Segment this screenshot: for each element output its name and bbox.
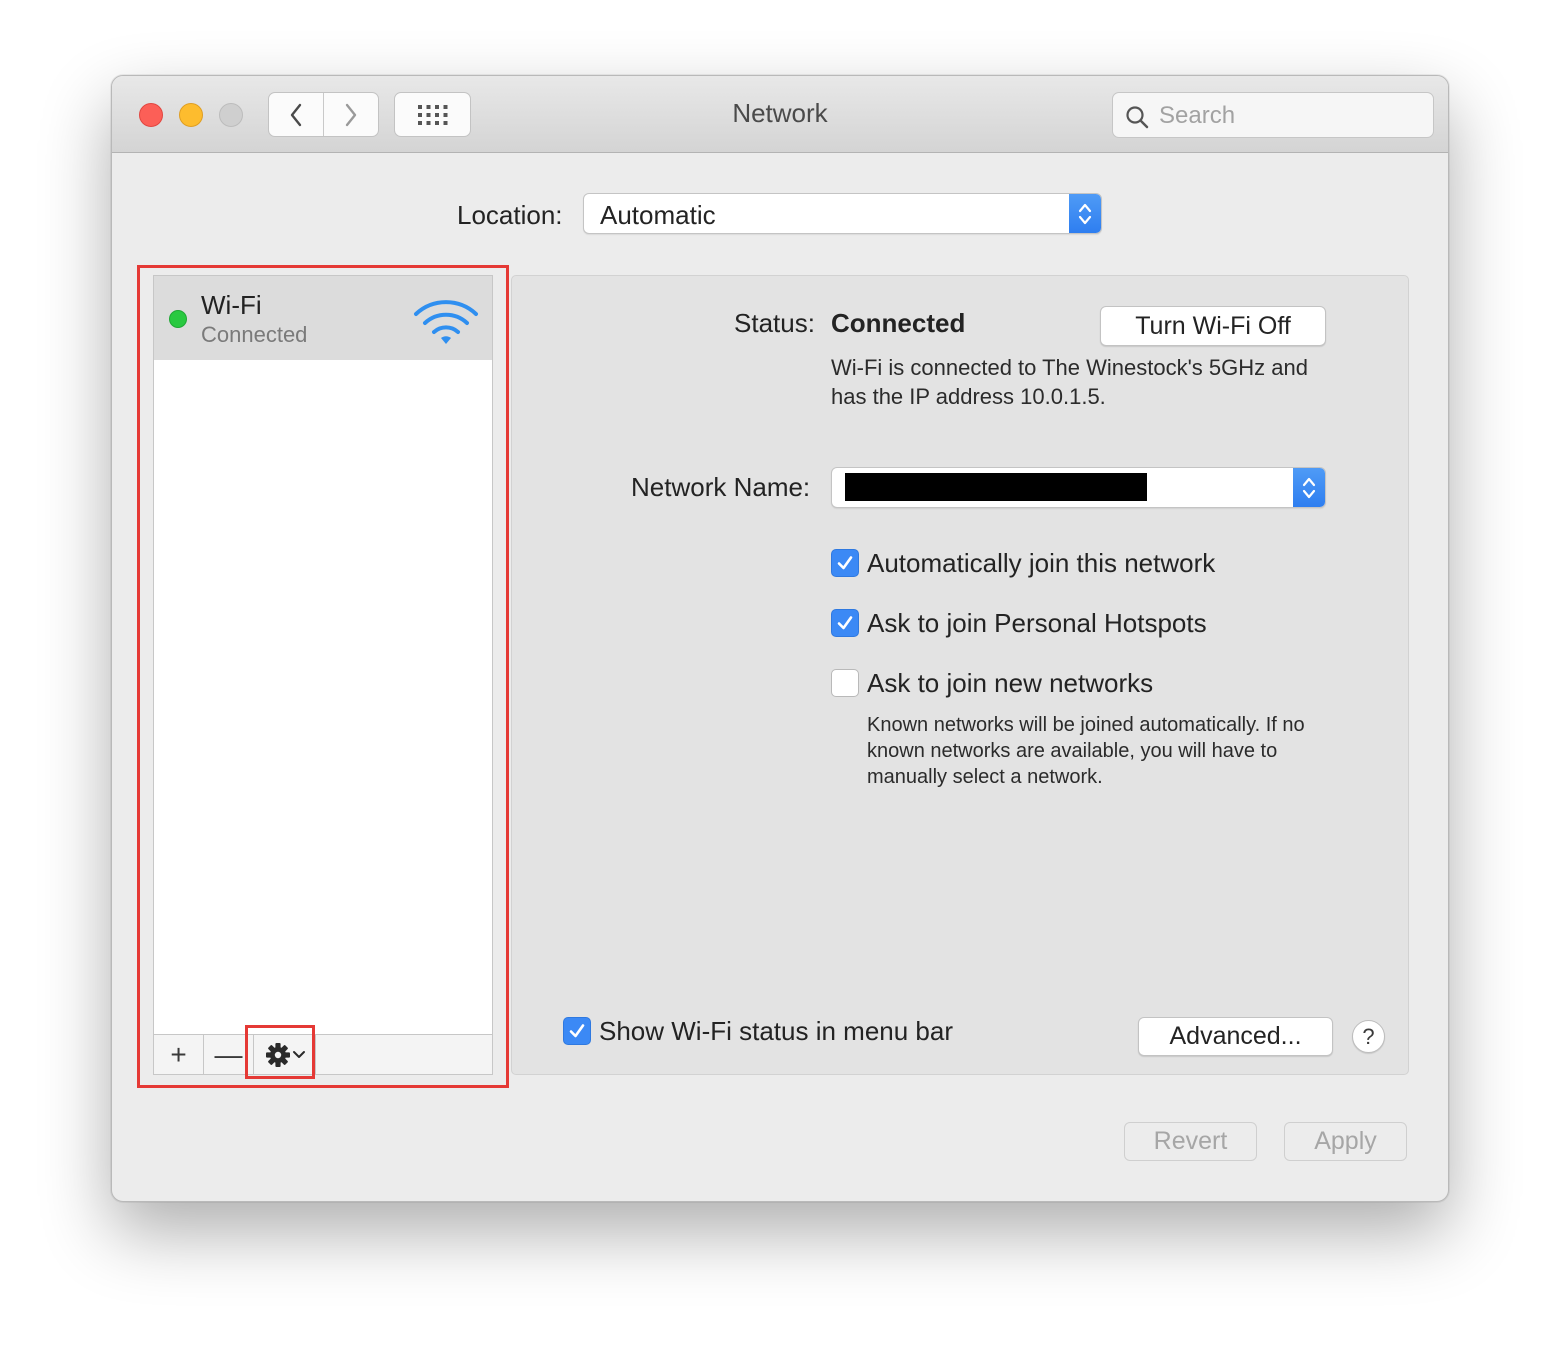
new-networks-checkbox[interactable] — [831, 669, 859, 697]
highlight-box-action-menu — [245, 1025, 315, 1079]
revert-button[interactable]: Revert — [1124, 1122, 1257, 1161]
checkmark-icon — [837, 556, 853, 570]
checkmark-icon — [569, 1024, 585, 1038]
advanced-button[interactable]: Advanced... — [1138, 1017, 1333, 1056]
personal-hotspots-checkbox[interactable] — [831, 609, 859, 637]
title-bar: Network Search — [112, 76, 1448, 153]
status-description: Wi-Fi is connected to The Winestock's 5G… — [831, 355, 1308, 409]
help-button[interactable]: ? — [1352, 1020, 1385, 1053]
new-networks-hint: Known networks will be joined automatica… — [867, 714, 1305, 788]
auto-join-checkbox[interactable] — [831, 549, 859, 577]
apply-button[interactable]: Apply — [1284, 1122, 1407, 1161]
highlight-box-service-list — [137, 265, 509, 1088]
popup-stepper-icon — [1293, 468, 1325, 507]
auto-join-label[interactable]: Automatically join this network — [867, 548, 1215, 579]
personal-hotspots-label[interactable]: Ask to join Personal Hotspots — [867, 608, 1207, 639]
status-label: Status: — [734, 308, 815, 338]
show-status-checkbox[interactable] — [563, 1017, 591, 1045]
location-value: Automatic — [600, 200, 716, 230]
turn-wifi-off-button[interactable]: Turn Wi-Fi Off — [1100, 306, 1326, 346]
new-networks-label[interactable]: Ask to join new networks — [867, 668, 1153, 699]
location-label: Location: — [457, 200, 563, 230]
status-value: Connected — [831, 308, 966, 338]
redacted-network-name — [845, 473, 1147, 501]
location-popup[interactable]: Automatic — [583, 193, 1102, 234]
network-name-popup[interactable] — [831, 467, 1326, 508]
search-field[interactable]: Search — [1112, 92, 1434, 138]
network-name-label: Network Name: — [631, 472, 811, 502]
search-placeholder: Search — [1159, 102, 1236, 129]
show-status-label[interactable]: Show Wi-Fi status in menu bar — [599, 1016, 953, 1047]
popup-stepper-icon — [1069, 194, 1101, 233]
network-preferences-window: Network Search Location: Automatic Wi-Fi… — [111, 75, 1449, 1202]
checkmark-icon — [837, 616, 853, 630]
search-icon — [1126, 106, 1149, 129]
